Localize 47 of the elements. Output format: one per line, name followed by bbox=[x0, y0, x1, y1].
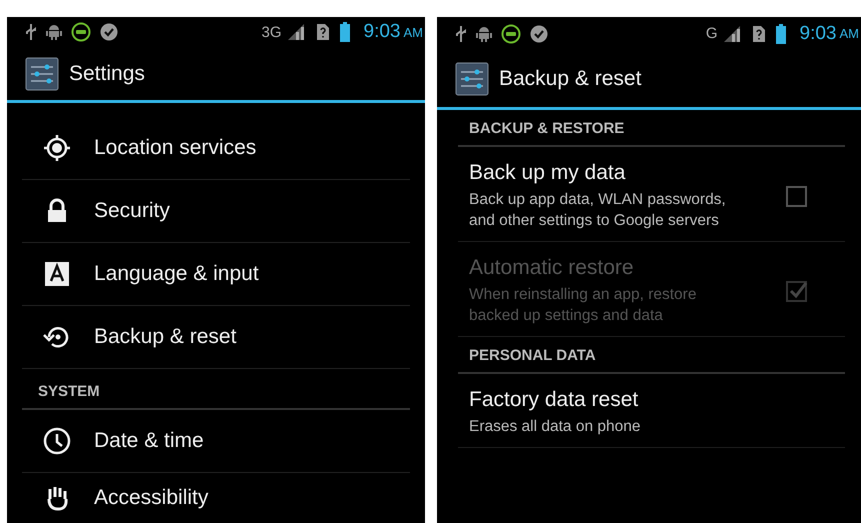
item-label: Language & input bbox=[94, 262, 259, 286]
section-header: SYSTEM bbox=[22, 369, 410, 410]
preference-item[interactable]: Factory data reset Erases all data on phone bbox=[458, 374, 845, 448]
preference-title: Automatic restore bbox=[469, 256, 635, 280]
section-header: BACKUP & RESTORE bbox=[458, 110, 845, 147]
item-label: Security bbox=[94, 199, 170, 223]
checkbox[interactable] bbox=[785, 184, 809, 208]
network-type: G bbox=[706, 25, 718, 42]
item-label: Location services bbox=[94, 136, 256, 160]
settings-item[interactable]: Date & time bbox=[22, 410, 410, 473]
battery-icon bbox=[776, 24, 786, 44]
sim-card-icon bbox=[316, 23, 330, 42]
preference-summary: Erases all data on phone bbox=[469, 417, 642, 437]
clock-meridiem: AM bbox=[404, 24, 423, 40]
settings-item[interactable]: Language & input bbox=[22, 243, 410, 306]
location-icon bbox=[42, 133, 72, 163]
sim-card-icon bbox=[752, 24, 766, 42]
screen-title: Settings bbox=[69, 62, 145, 86]
settings-item[interactable]: Security bbox=[22, 180, 410, 243]
preference-summary: When reinstalling an app, restore backed up settings and data bbox=[469, 285, 698, 326]
signal-icon bbox=[722, 24, 742, 42]
android-icon bbox=[475, 24, 493, 42]
check-bubble-icon bbox=[99, 22, 119, 42]
keyboard-letter-icon bbox=[42, 259, 72, 289]
item-label: Backup & reset bbox=[94, 325, 236, 349]
preference-title: Back up my data bbox=[469, 161, 626, 185]
clock-time: 9:03 bbox=[364, 21, 400, 44]
signal-icon bbox=[286, 23, 306, 42]
clock-icon bbox=[42, 426, 72, 456]
clock-meridiem: AM bbox=[840, 26, 859, 41]
preference-title: Factory data reset bbox=[469, 388, 640, 412]
clock-time: 9:03 bbox=[800, 22, 836, 44]
item-label: Date & time bbox=[94, 429, 204, 453]
network-type: 3G bbox=[262, 24, 282, 41]
settings-item[interactable]: Accessibility bbox=[22, 473, 410, 523]
settings-item[interactable]: Backup & reset bbox=[22, 306, 410, 369]
item-label: Accessibility bbox=[94, 486, 208, 510]
android-icon bbox=[45, 23, 63, 42]
battery-icon bbox=[340, 22, 350, 42]
settings-icon[interactable] bbox=[455, 62, 489, 96]
check-bubble-icon bbox=[529, 24, 549, 44]
preference-summary: Back up app data, WLAN passwords, and other settings to Google servers bbox=[469, 190, 727, 231]
screen-title: Backup & reset bbox=[499, 66, 642, 90]
section-header: PERSONAL DATA bbox=[458, 337, 845, 374]
settings-item[interactable]: Location services bbox=[22, 117, 410, 180]
preference-item[interactable]: Back up my data Back up app data, WLAN passwords, and other settings to Google servers bbox=[458, 147, 845, 242]
settings-icon[interactable] bbox=[25, 56, 59, 91]
